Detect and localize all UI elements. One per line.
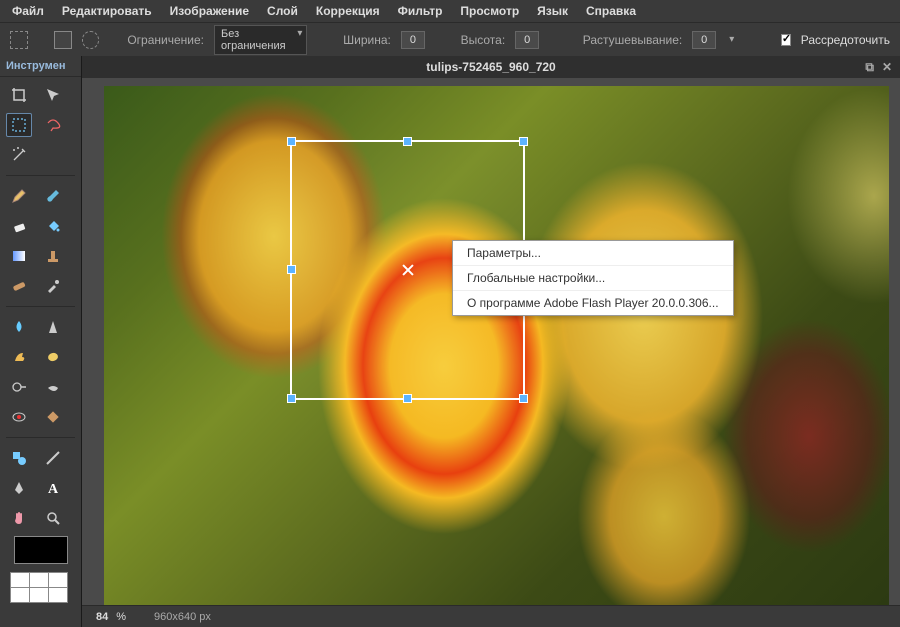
context-item-about-flash[interactable]: О программе Adobe Flash Player 20.0.0.30…: [453, 291, 733, 315]
menu-file[interactable]: Файл: [12, 4, 44, 18]
gradient-tool-icon[interactable]: [6, 244, 32, 268]
dodge-tool-icon[interactable]: [6, 375, 32, 399]
eraser-tool-icon[interactable]: [6, 214, 32, 238]
close-document-icon[interactable]: ✕: [882, 60, 892, 75]
pen-tool-icon[interactable]: [6, 476, 32, 500]
document-title: tulips-752465_960_720: [426, 60, 555, 74]
patch-tool-icon[interactable]: [40, 405, 66, 429]
selection-handle-bm[interactable]: [403, 394, 412, 403]
feather-stepper-icon[interactable]: ▾: [726, 34, 737, 45]
height-input[interactable]: 0: [515, 31, 539, 49]
bucket-tool-icon[interactable]: [40, 214, 66, 238]
menu-edit[interactable]: Редактировать: [62, 4, 152, 18]
selection-handle-tl[interactable]: [287, 137, 296, 146]
eyedropper-tool-icon[interactable]: [40, 274, 66, 298]
menu-filter[interactable]: Фильтр: [398, 4, 443, 18]
restriction-label: Ограничение:: [127, 33, 204, 47]
selection-handle-br[interactable]: [519, 394, 528, 403]
distribute-label: Рассредоточить: [801, 33, 890, 47]
lasso-tool-icon[interactable]: [40, 113, 66, 137]
options-bar: Ограничение: Без ограничения Ширина: 0 В…: [0, 22, 900, 56]
selection-handle-tm[interactable]: [403, 137, 412, 146]
height-label: Высота:: [461, 33, 506, 47]
feather-label: Растушевывание:: [583, 33, 682, 47]
canvas-dimensions: 960x640 px: [154, 611, 211, 623]
menu-correction[interactable]: Коррекция: [316, 4, 380, 18]
document-header: tulips-752465_960_720 ⧉ ✕: [82, 56, 900, 78]
selection-handle-bl[interactable]: [287, 394, 296, 403]
sponge-tool-icon[interactable]: [40, 345, 66, 369]
zoom-tool-icon[interactable]: [40, 506, 66, 530]
context-item-parameters[interactable]: Параметры...: [453, 241, 733, 266]
hand-tool-icon[interactable]: [6, 506, 32, 530]
crop-tool-icon[interactable]: [6, 83, 32, 107]
selection-center-icon: [401, 263, 415, 277]
blur-tool-icon[interactable]: [6, 315, 32, 339]
brush-tool-icon[interactable]: [40, 184, 66, 208]
menu-image[interactable]: Изображение: [170, 4, 249, 18]
width-input[interactable]: 0: [401, 31, 425, 49]
shapes-tool-icon[interactable]: [6, 446, 32, 470]
pencil-tool-icon[interactable]: [6, 184, 32, 208]
menu-bar: Файл Редактировать Изображение Слой Корр…: [0, 0, 900, 22]
wand-tool-icon[interactable]: [6, 143, 32, 167]
status-bar: 84 % 960x640 px: [82, 605, 900, 627]
stamp-tool-icon[interactable]: [40, 244, 66, 268]
distribute-checkbox[interactable]: [781, 34, 791, 46]
feather-input[interactable]: 0: [692, 31, 716, 49]
text-tool-icon[interactable]: A: [40, 476, 66, 500]
marquee-tool-icon[interactable]: [6, 113, 32, 137]
zoom-value[interactable]: 84: [96, 611, 108, 623]
foreground-color-swatch[interactable]: [14, 536, 68, 564]
toolbox: Инструмен A: [0, 56, 82, 627]
marquee-rect-icon[interactable]: [10, 31, 28, 49]
svg-text:A: A: [48, 482, 59, 496]
marquee-ellipse-icon[interactable]: [82, 31, 100, 49]
menu-view[interactable]: Просмотр: [460, 4, 519, 18]
heal-tool-icon[interactable]: [6, 274, 32, 298]
toolbox-title: Инструмен: [0, 56, 81, 77]
selection-handle-tr[interactable]: [519, 137, 528, 146]
menu-help[interactable]: Справка: [586, 4, 636, 18]
redeye-tool-icon[interactable]: [6, 405, 32, 429]
smudge-tool-icon[interactable]: [6, 345, 32, 369]
width-label: Ширина:: [343, 33, 391, 47]
restriction-dropdown[interactable]: Без ограничения: [214, 25, 307, 55]
sharpen-tool-icon[interactable]: [40, 315, 66, 339]
detach-window-icon[interactable]: ⧉: [865, 60, 874, 75]
color-palette[interactable]: [10, 572, 68, 603]
zoom-unit: %: [116, 611, 126, 623]
line-tool-icon[interactable]: [40, 446, 66, 470]
burn-tool-icon[interactable]: [40, 375, 66, 399]
context-item-global-settings[interactable]: Глобальные настройки...: [453, 266, 733, 291]
canvas-area[interactable]: Параметры... Глобальные настройки... О п…: [82, 78, 900, 605]
selection-handle-ml[interactable]: [287, 265, 296, 274]
marquee-filled-icon[interactable]: [54, 31, 72, 49]
move-tool-icon[interactable]: [40, 83, 66, 107]
context-menu: Параметры... Глобальные настройки... О п…: [452, 240, 734, 316]
menu-layer[interactable]: Слой: [267, 4, 298, 18]
menu-language[interactable]: Язык: [537, 4, 568, 18]
